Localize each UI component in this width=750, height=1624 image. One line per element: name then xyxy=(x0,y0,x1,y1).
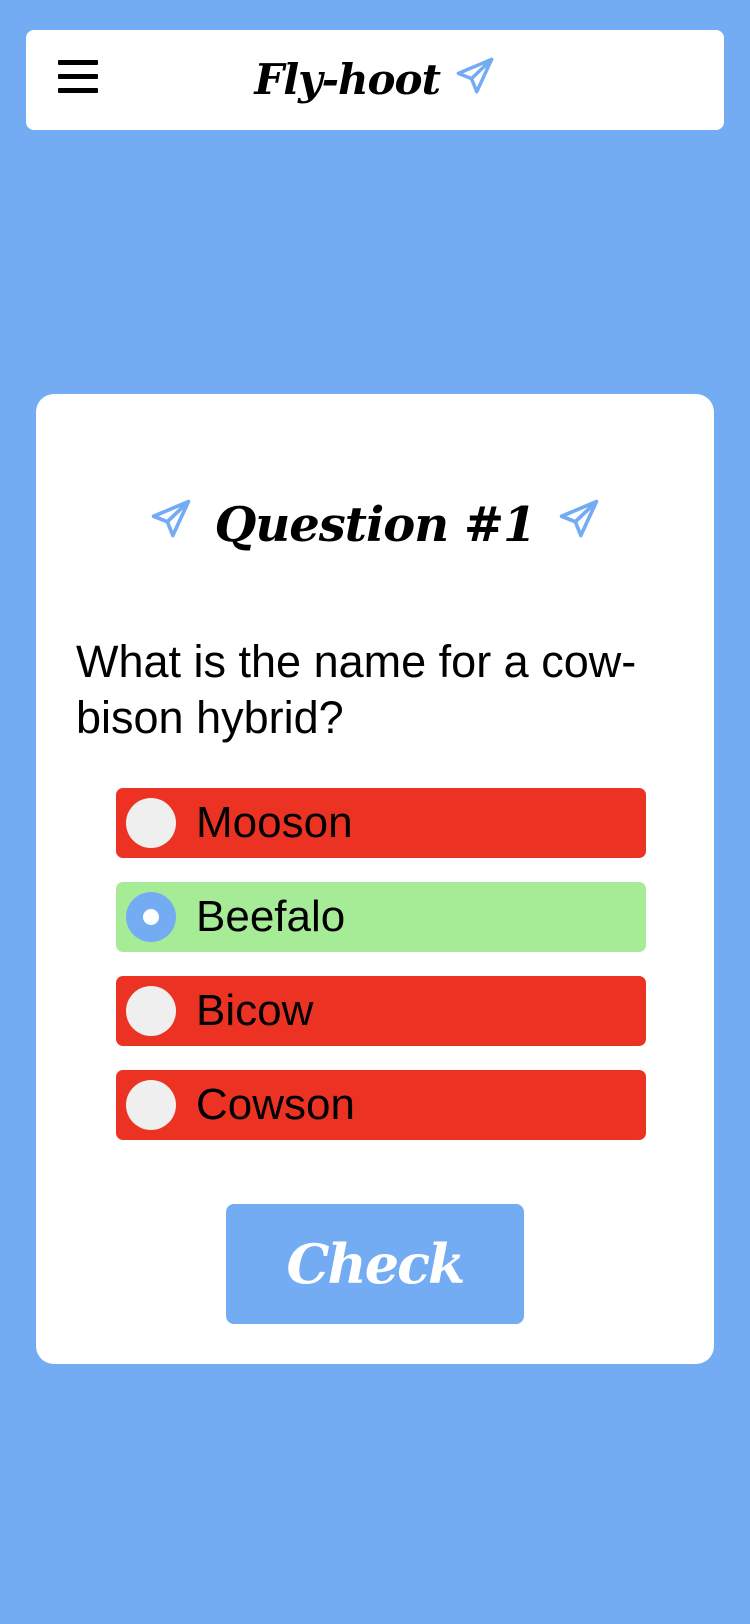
app-header: Fly-hoot xyxy=(26,30,724,130)
paper-plane-icon xyxy=(149,494,193,556)
answer-option-mooson[interactable]: Mooson xyxy=(116,788,646,858)
question-text: What is the name for a cow-bison hybrid? xyxy=(76,636,637,743)
answer-option-bicow[interactable]: Bicow xyxy=(116,976,646,1046)
paper-plane-icon xyxy=(557,494,601,556)
answer-options: Mooson Beefalo Bicow Cowson xyxy=(116,788,646,1164)
brand-text: Fly-hoot xyxy=(254,55,441,104)
question-number: Question #1 xyxy=(214,496,537,553)
answer-label: Cowson xyxy=(196,1080,355,1129)
answer-label: Bicow xyxy=(196,986,314,1035)
answer-option-cowson[interactable]: Cowson xyxy=(116,1070,646,1140)
answer-label: Mooson xyxy=(196,798,353,847)
radio-button[interactable] xyxy=(126,798,176,848)
radio-button-selected[interactable] xyxy=(126,892,176,942)
radio-button[interactable] xyxy=(126,1080,176,1130)
question-heading: Question #1 xyxy=(36,490,714,556)
answer-option-beefalo[interactable]: Beefalo xyxy=(116,882,646,952)
brand-title: Fly-hoot xyxy=(26,52,724,111)
check-button[interactable]: Check xyxy=(226,1204,524,1324)
quiz-card: Question #1 What is the name for a cow-b… xyxy=(36,394,714,1364)
answer-label: Beefalo xyxy=(196,892,346,941)
radio-button[interactable] xyxy=(126,986,176,1036)
paper-plane-icon xyxy=(454,55,496,111)
